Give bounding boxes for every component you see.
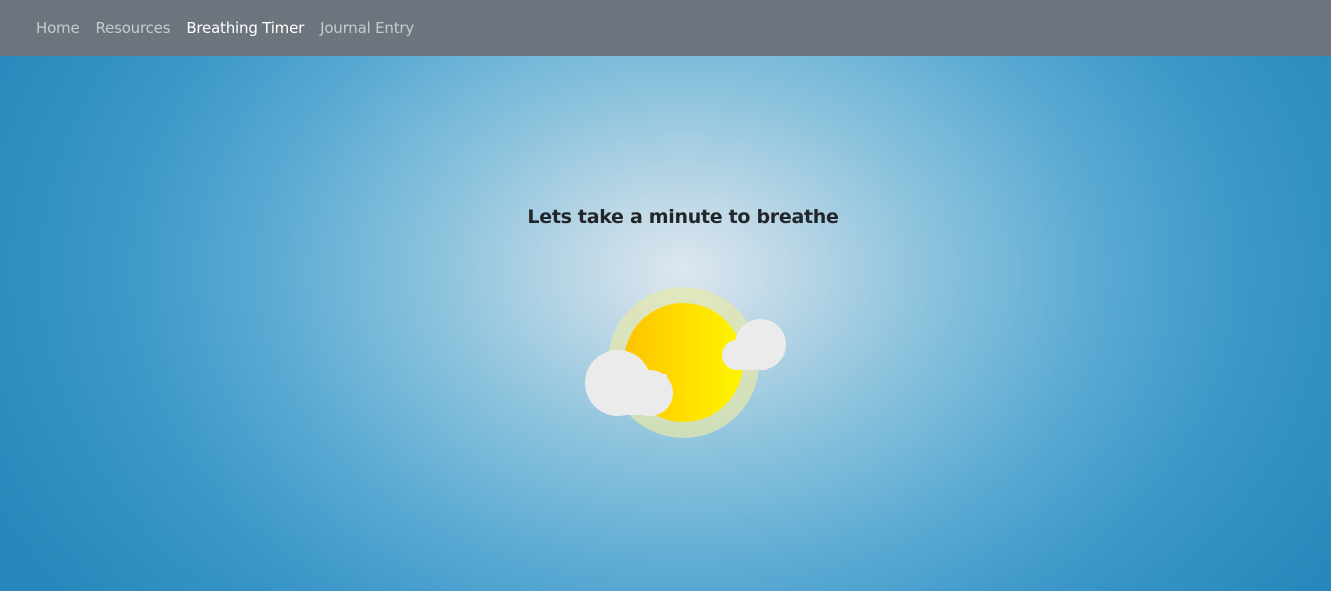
breathing-timer-panel: Lets take a minute to breathe xyxy=(0,56,1331,591)
nav-link-breathing-timer[interactable]: Breathing Timer xyxy=(186,19,304,37)
cloud-icon xyxy=(585,350,675,416)
page-heading: Lets take a minute to breathe xyxy=(527,206,839,228)
nav-link-journal-entry[interactable]: Journal Entry xyxy=(320,19,414,37)
top-navbar: Home Resources Breathing Timer Journal E… xyxy=(0,0,1331,56)
nav-link-home[interactable]: Home xyxy=(36,19,80,37)
nav-link-resources[interactable]: Resources xyxy=(96,19,171,37)
cloud-icon xyxy=(722,319,786,371)
